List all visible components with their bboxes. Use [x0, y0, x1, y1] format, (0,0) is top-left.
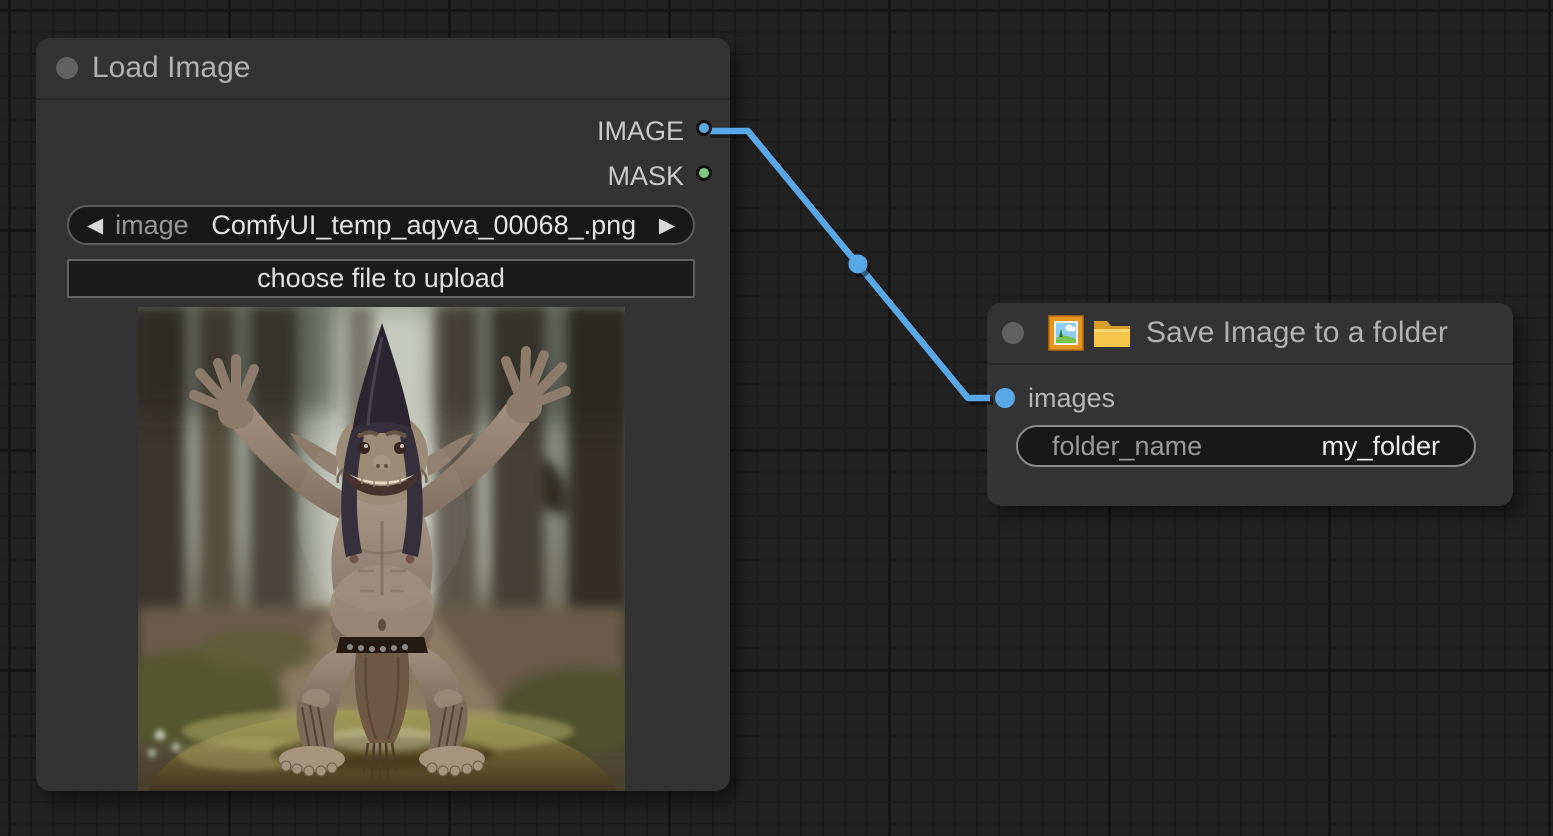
- folder-name-value: my_folder: [1321, 431, 1440, 462]
- combo-right-arrow-icon[interactable]: ▶: [659, 215, 675, 236]
- images-input-label: images: [1028, 382, 1115, 414]
- link-wire: [707, 131, 990, 398]
- combo-value: ComfyUI_temp_aqyva_00068_.png: [189, 210, 659, 241]
- collapse-dot[interactable]: [56, 57, 78, 79]
- link-midpoint-handle[interactable]: [849, 255, 868, 274]
- choose-file-button[interactable]: choose file to upload: [67, 259, 695, 298]
- folder-name-label: folder_name: [1052, 431, 1202, 462]
- collapse-dot[interactable]: [1002, 322, 1024, 344]
- node-save-image[interactable]: Save Image to a folder images folder_nam…: [987, 303, 1513, 506]
- node-graph-canvas[interactable]: Load Image IMAGE MASK ◀ image ComfyUI_te…: [0, 0, 1553, 836]
- combo-label: image: [115, 210, 189, 241]
- mask-output-label: MASK: [607, 160, 684, 192]
- node-load-image[interactable]: Load Image IMAGE MASK ◀ image ComfyUI_te…: [36, 38, 730, 791]
- load-image-title: Load Image: [92, 53, 250, 83]
- image-preview: [138, 307, 625, 791]
- save-image-title: Save Image to a folder: [1146, 318, 1448, 348]
- combo-left-arrow-icon[interactable]: ◀: [87, 215, 103, 236]
- folder-icon: [1092, 317, 1132, 349]
- image-output-dot[interactable]: [696, 120, 712, 136]
- folder-name-widget[interactable]: folder_name my_folder: [1016, 425, 1476, 467]
- save-image-header[interactable]: Save Image to a folder: [987, 303, 1513, 365]
- mask-output-dot[interactable]: [696, 165, 712, 181]
- load-image-header[interactable]: Load Image: [36, 38, 730, 100]
- image-output-label: IMAGE: [597, 115, 684, 147]
- images-input-dot[interactable]: [995, 388, 1015, 408]
- framed-picture-icon: [1048, 315, 1084, 351]
- image-combo-widget[interactable]: ◀ image ComfyUI_temp_aqyva_00068_.png ▶: [67, 205, 695, 245]
- troll-preview-illustration: [138, 307, 625, 791]
